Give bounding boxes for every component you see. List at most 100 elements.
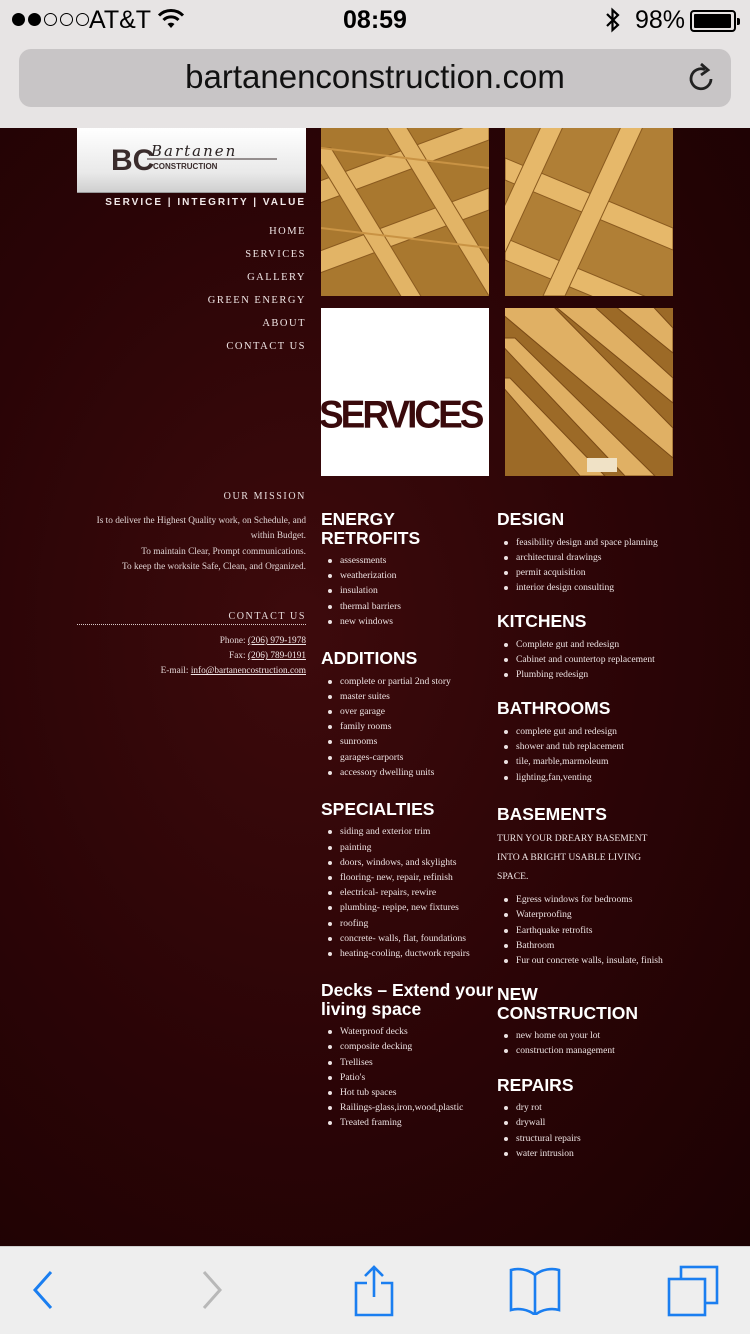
section-title: BASEMENTS [497,803,607,824]
contact-heading: CONTACT US [228,611,306,622]
list-item: painting [321,840,496,855]
status-bar: AT&T 08:59 98% [0,0,750,40]
fax-link[interactable]: (206) 789-0191 [248,651,306,661]
service-section: Decks – Extend your living space Waterpro… [321,981,496,1130]
nav-contact-us[interactable]: CONTACT US [77,341,306,364]
web-page: BC Bartanen CONSTRUCTION SERVICE | INTEG… [0,128,750,1246]
section-list: Waterproof decks composite decking Trellis… [321,1024,496,1130]
list-item: plumbing- repipe, new fixtures [321,900,496,915]
service-section: ENERGY RETROFITS assessments weatherizatio… [321,510,496,629]
list-item: master suites [321,689,496,704]
hero-photo-ceiling [505,308,673,476]
section-intro: TURN YOUR DREARY BASEMENT INTO A BRIGHT … [497,833,648,883]
section-title: KITCHENS [497,611,587,632]
logo-mark: BC Bartanen CONSTRUCTION [111,142,277,177]
site-logo[interactable]: BC Bartanen CONSTRUCTION [77,128,306,193]
hero-photo-rafters-2 [505,128,673,296]
service-section: DESIGN feasibility design and space plann… [497,510,672,595]
nav-green-energy[interactable]: GREEN ENERGY [77,295,306,318]
address-bar[interactable]: bartanenconstruction.com [19,49,731,107]
list-item: new windows [321,614,496,629]
list-item: Egress windows for bedrooms [497,892,672,907]
list-item: architectural drawings [497,550,672,565]
back-icon[interactable] [30,1265,56,1315]
nav-home[interactable]: HOME [77,226,306,249]
service-section: SPECIALTIES siding and exterior trim paint… [321,800,496,961]
list-item: Trellises [321,1055,496,1070]
email-link[interactable]: info@bartanencostruction.com [191,666,306,676]
list-item: drywall [497,1115,672,1130]
nav-about[interactable]: ABOUT [77,318,306,341]
list-item: electrical- repairs, rewire [321,885,496,900]
section-list: complete or partial 2nd story master suit… [321,674,496,780]
list-item: roofing [321,916,496,931]
list-item: composite decking [321,1039,496,1054]
service-section: REPAIRS dry rot drywall structural repairs w… [497,1076,672,1161]
fax-line: Fax: (206) 789-0191 [77,649,306,664]
phone-label: Phone: [219,636,246,646]
list-item: assessments [321,553,496,568]
mission-line: Is to deliver the Highest Quality work, … [96,516,306,526]
list-item: thermal barriers [321,599,496,614]
section-list: new home on your lot construction managem… [497,1028,672,1058]
list-item: accessory dwelling units [321,765,496,780]
list-item: heating-cooling, ductwork repairs [321,946,496,961]
tagline: SERVICE | INTEGRITY | VALUE [105,197,306,208]
list-item: new home on your lot [497,1028,672,1043]
forward-icon[interactable] [199,1265,225,1315]
list-item: permit acquisition [497,565,672,580]
section-list: dry rot drywall structural repairs water in… [497,1100,672,1161]
section-title: REPAIRS [497,1074,574,1095]
url-text[interactable]: bartanenconstruction.com [19,58,731,96]
service-section: ADDITIONS complete or partial 2nd story ma… [321,649,496,780]
services-column-left: ENERGY RETROFITS assessments weatherizatio… [321,510,496,1131]
section-title: DESIGN [497,509,565,529]
list-item: weatherization [321,568,496,583]
contact-info: Phone: (206) 979-1978 Fax: (206) 789-019… [77,634,306,680]
service-section: BASEMENTS TURN YOUR DREARY BASEMENT INTO … [497,805,672,969]
main-nav: HOME SERVICES GALLERY GREEN ENERGY ABOUT… [77,226,306,364]
contact-divider [77,624,306,625]
hero-services-tile: SERVICES [321,308,489,476]
section-list: feasibility design and space planning arc… [497,535,672,596]
share-icon[interactable] [352,1265,396,1317]
hero-services-word: SERVICES [321,392,484,436]
section-list: Complete gut and redesign Cabinet and cou… [497,637,672,683]
tabs-icon[interactable] [667,1265,719,1317]
phone-line: Phone: (206) 979-1978 [77,634,306,649]
bookmarks-icon[interactable] [508,1265,562,1315]
list-item: siding and exterior trim [321,824,496,839]
mission-text: Is to deliver the Highest Quality work, … [77,514,306,575]
list-item: complete gut and redesign [497,724,672,739]
reload-icon[interactable] [687,62,717,94]
logo-initials: BC [111,144,154,177]
list-item: interior design consulting [497,580,672,595]
nav-services[interactable]: SERVICES [77,249,306,272]
list-item: Treated framing [321,1115,496,1130]
service-section: NEW CONSTRUCTION new home on your lot cons… [497,985,672,1058]
list-item: doors, windows, and skylights [321,855,496,870]
section-title: BATHROOMS [497,698,611,719]
list-item: Earthquake retrofits [497,923,672,938]
list-item: Waterproof decks [321,1024,496,1039]
logo-script: Bartanen [150,142,237,160]
list-item: Waterproofing [497,907,672,922]
list-item: Complete gut and redesign [497,637,672,652]
nav-gallery[interactable]: GALLERY [77,272,306,295]
list-item: feasibility design and space planning [497,535,672,550]
service-section: KITCHENS Complete gut and redesign Cabinet… [497,612,672,682]
list-item: Hot tub spaces [321,1085,496,1100]
phone-link[interactable]: (206) 979-1978 [248,636,306,646]
list-item: Bathroom [497,938,672,953]
list-item: sunrooms [321,734,496,749]
list-item: lighting,fan,venting [497,770,672,785]
section-list: siding and exterior trim painting doors, w… [321,824,496,961]
mission-line: To maintain Clear, Prompt communications… [141,546,306,557]
list-item: family rooms [321,719,496,734]
service-section: BATHROOMS complete gut and redesign shower… [497,699,672,784]
list-item: water intrusion [497,1146,672,1161]
list-item: concrete- walls, flat, foundations [321,931,496,946]
section-title: SPECIALTIES [321,798,435,819]
list-item: structural repairs [497,1131,672,1146]
list-item: complete or partial 2nd story [321,674,496,689]
